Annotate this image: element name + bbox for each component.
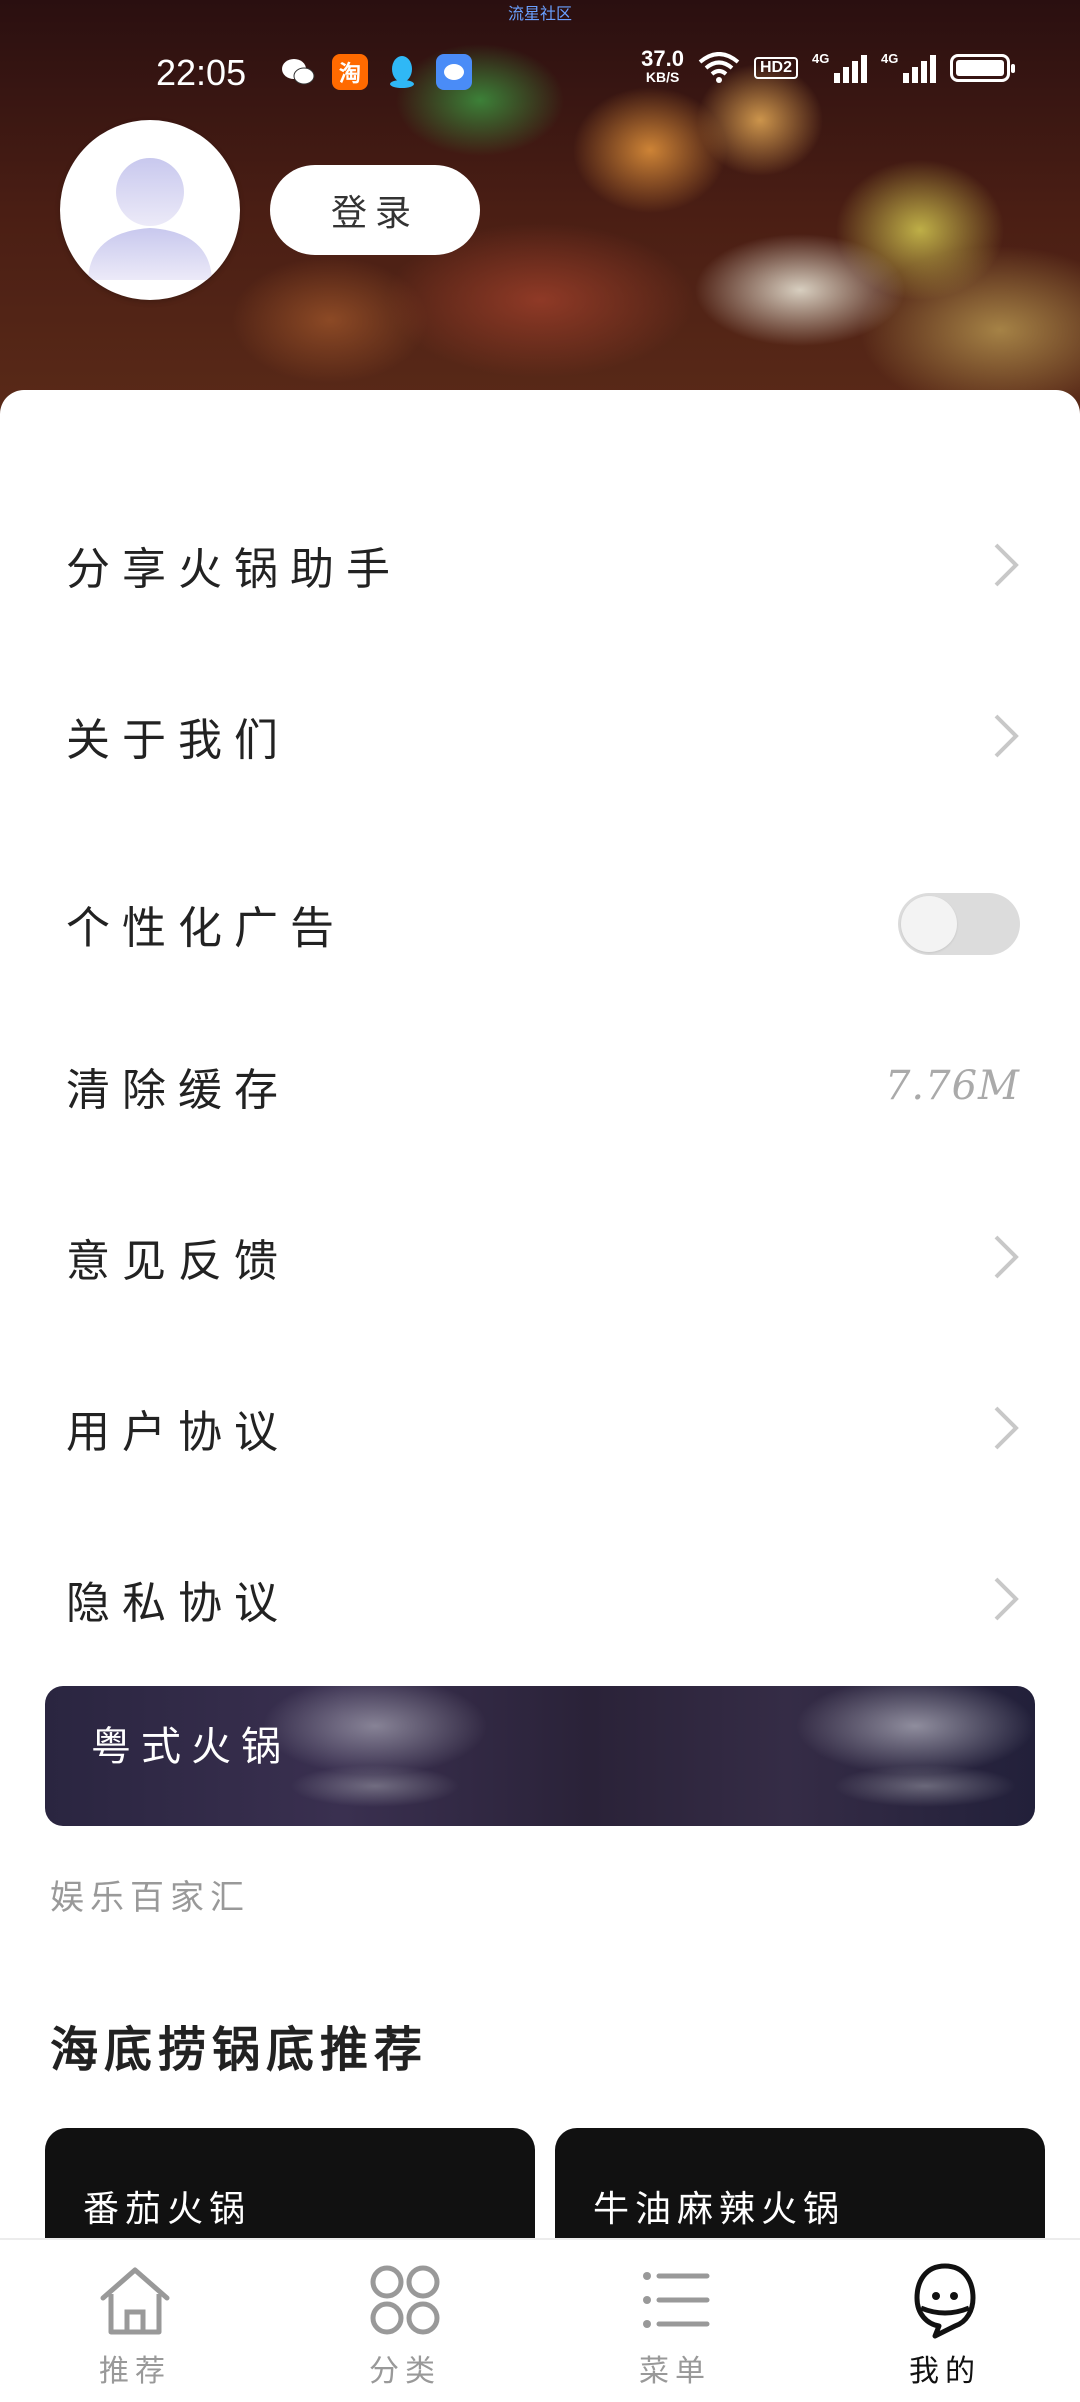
nav-label: 我的 — [909, 2354, 981, 2389]
ads-toggle[interactable] — [898, 893, 1020, 955]
chevron-right-icon — [994, 714, 1019, 758]
login-button[interactable]: 登录 — [270, 165, 480, 255]
chevron-right-icon — [994, 1577, 1019, 1621]
status-app-icons: 淘 — [280, 54, 472, 90]
chevron-right-icon — [994, 1406, 1019, 1450]
status-time: 22:05 — [156, 52, 247, 93]
menu-clear-cache[interactable]: 清除缓存 7.76M — [0, 1026, 1080, 1146]
avatar[interactable] — [60, 120, 240, 300]
wechat-icon — [280, 54, 316, 90]
bottom-nav: 推荐 分类 菜单 我的 — [0, 2238, 1080, 2402]
recommend-card-label: 牛油麻辣火锅 — [593, 2189, 846, 2230]
banner-label: 粤式火锅 — [91, 1724, 291, 1770]
nav-label: 推荐 — [99, 2354, 171, 2389]
home-icon — [100, 2267, 170, 2335]
signal-icon-1: 4G — [812, 51, 867, 83]
menu-about-label: 关于我们 — [66, 715, 290, 766]
section-title: 海底捞锅底推荐 — [50, 2022, 429, 2078]
status-right-indicators: 37.0 KB/S HD2 4G 4G — [641, 46, 1015, 86]
default-avatar-icon — [88, 158, 212, 280]
battery-icon — [950, 54, 1015, 82]
nav-recommend[interactable]: 推荐 — [0, 2240, 270, 2402]
menu-privacy[interactable]: 隐私协议 — [0, 1539, 1080, 1659]
menu-ads-label: 个性化广告 — [66, 903, 346, 954]
network-speed: 37.0 KB/S — [641, 46, 684, 86]
cache-size-value: 7.76M — [884, 1063, 1020, 1109]
hd-badge: HD2 — [753, 57, 798, 79]
menu-feedback[interactable]: 意见反馈 — [0, 1197, 1080, 1317]
menu-share-label: 分享火锅助手 — [66, 544, 402, 595]
recommend-card[interactable]: 牛油麻辣火锅 — [555, 2128, 1045, 2238]
cantonese-hotpot-banner[interactable]: 粤式火锅 — [45, 1686, 1035, 1826]
profile-header: 流星社区 22:05 淘 37.0 KB/S HD2 4G 4G 登录 — [0, 0, 1080, 420]
toggle-knob — [901, 896, 957, 952]
menu-cache-label: 清除缓存 — [66, 1065, 290, 1116]
nav-label: 分类 — [369, 2354, 441, 2389]
nav-menu[interactable]: 菜单 — [540, 2240, 810, 2402]
section-caption: 娱乐百家汇 — [50, 1878, 250, 1918]
qq-icon — [384, 54, 420, 90]
taobao-icon: 淘 — [332, 54, 368, 90]
menu-user-agreement-label: 用户协议 — [66, 1407, 290, 1458]
signal-icon-2: 4G — [881, 51, 936, 83]
menu-personalized-ads: 个性化广告 — [0, 864, 1080, 984]
menu-share[interactable]: 分享火锅助手 — [0, 505, 1080, 625]
category-icon — [370, 2265, 440, 2335]
menu-feedback-label: 意见反馈 — [66, 1236, 290, 1287]
message-icon — [436, 54, 472, 90]
menu-about[interactable]: 关于我们 — [0, 676, 1080, 796]
recommend-card[interactable]: 番茄火锅 — [45, 2128, 535, 2238]
menu-list-icon — [643, 2272, 710, 2328]
nav-mine[interactable]: 我的 — [810, 2240, 1080, 2402]
chevron-right-icon — [994, 1235, 1019, 1279]
menu-privacy-label: 隐私协议 — [66, 1578, 290, 1629]
nav-category[interactable]: 分类 — [270, 2240, 540, 2402]
wifi-icon — [698, 52, 740, 83]
menu-user-agreement[interactable]: 用户协议 — [0, 1368, 1080, 1488]
chevron-right-icon — [994, 543, 1019, 587]
recommend-card-label: 番茄火锅 — [83, 2189, 252, 2230]
status-bar: 22:05 淘 37.0 KB/S HD2 4G 4G — [0, 40, 1080, 104]
status-top-label: 流星社区 — [507, 4, 572, 23]
nav-label: 菜单 — [639, 2354, 711, 2389]
profile-icon — [914, 2263, 976, 2339]
